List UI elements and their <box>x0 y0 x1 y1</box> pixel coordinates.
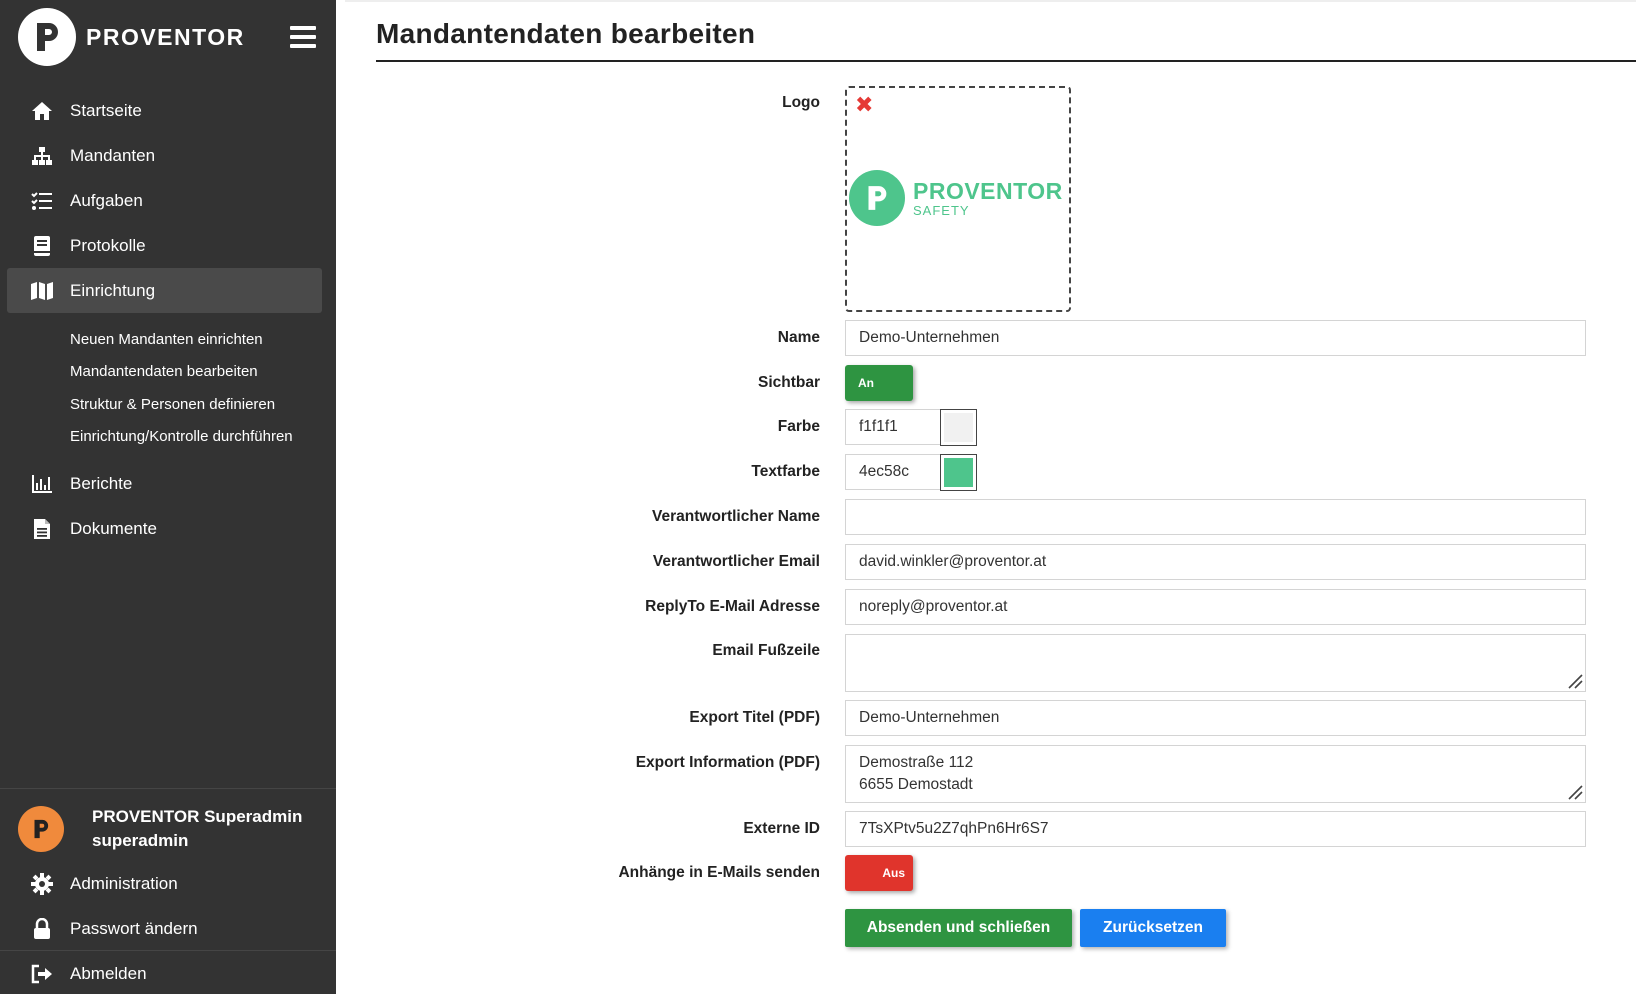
nav-item-dokumente[interactable]: Dokumente <box>0 506 336 551</box>
nav-item-label: Startseite <box>70 100 142 120</box>
nav-item-label: Mandanten <box>70 145 156 165</box>
attachments-toggle[interactable]: Aus <box>845 855 913 891</box>
logo-image: PROVENTOR SAFETY <box>849 170 1063 226</box>
chart-icon <box>28 472 56 496</box>
color-swatch-fill <box>944 413 973 442</box>
nav-item-mandanten[interactable]: Mandanten <box>0 133 336 178</box>
document-icon <box>28 517 56 541</box>
subnav-item-neuer-mandant[interactable]: Neuen Mandanten einrichten <box>0 323 336 356</box>
gear-icon <box>28 872 56 896</box>
book-icon <box>28 234 56 258</box>
color-swatch[interactable] <box>940 409 977 446</box>
user-info: PROVENTOR Superadmin superadmin <box>92 805 302 853</box>
brand-logo-icon <box>18 8 76 66</box>
brand[interactable]: PROVENTOR <box>18 8 245 66</box>
administration-link[interactable]: Administration <box>0 861 336 906</box>
logout-label: Abmelden <box>70 963 147 983</box>
reset-button[interactable]: Zurücksetzen <box>1080 909 1226 947</box>
resize-handle-icon[interactable] <box>1565 782 1583 800</box>
visible-toggle[interactable]: An <box>845 365 913 401</box>
title-rule <box>376 60 1636 62</box>
sidebar: PROVENTOR Startseite Mandanten Aufgaben <box>0 0 336 994</box>
menu-toggle-icon[interactable] <box>290 26 316 48</box>
name-label: Name <box>777 329 820 346</box>
logo-upload-area[interactable]: ✖ PROVENTOR SAFETY <box>845 86 1071 312</box>
main-nav: Startseite Mandanten Aufgaben Protokolle… <box>0 88 336 551</box>
footer-textarea[interactable] <box>845 634 1586 692</box>
export-title-label: Export Titel (PDF) <box>689 709 820 726</box>
visible-label: Sichtbar <box>757 374 820 391</box>
color-label: Farbe <box>777 418 820 435</box>
nav-item-aufgaben[interactable]: Aufgaben <box>0 178 336 223</box>
export-title-input[interactable]: Demo-Unternehmen <box>845 700 1586 736</box>
user-area: PROVENTOR Superadmin superadmin Administ… <box>0 788 336 951</box>
resize-handle-icon[interactable] <box>1565 671 1583 689</box>
export-info-label: Export Information (PDF) <box>635 754 820 771</box>
top-divider <box>345 0 1636 2</box>
replyto-label: ReplyTo E-Mail Adresse <box>645 598 820 615</box>
resp-name-label: Verantwortlicher Name <box>652 508 820 525</box>
map-icon <box>28 279 56 303</box>
resp-name-input[interactable] <box>845 499 1586 535</box>
lock-icon <box>28 917 56 941</box>
nav-item-startseite[interactable]: Startseite <box>0 88 336 133</box>
nav-item-protokolle[interactable]: Protokolle <box>0 223 336 268</box>
external-id-input[interactable]: 7TsXPtv5u2Z7qhPn6Hr6S7 <box>845 811 1586 847</box>
proventor-logo-icon <box>849 170 905 226</box>
resp-email-input[interactable]: david.winkler@proventor.at <box>845 544 1586 580</box>
nav-item-label: Protokolle <box>70 235 146 255</box>
replyto-input[interactable]: noreply@proventor.at <box>845 589 1586 625</box>
nav-item-label: Einrichtung <box>70 280 156 300</box>
administration-label: Administration <box>70 873 178 893</box>
home-icon <box>28 99 56 123</box>
user-name: PROVENTOR Superadmin <box>92 807 303 826</box>
footer-label: Email Fußzeile <box>712 642 820 659</box>
change-password-link[interactable]: Passwort ändern <box>0 906 336 951</box>
textcolor-label: Textfarbe <box>751 463 820 480</box>
nav-item-label: Dokumente <box>70 518 157 538</box>
export-info-line1: Demostraße 112 <box>859 754 974 771</box>
user-profile[interactable]: PROVENTOR Superadmin superadmin <box>0 789 336 861</box>
brand-name: PROVENTOR <box>86 23 245 50</box>
textcolor-swatch[interactable] <box>940 454 977 491</box>
nav-item-label: Aufgaben <box>70 190 143 210</box>
textcolor-swatch-fill <box>944 458 973 487</box>
nav-item-label: Berichte <box>70 473 133 493</box>
logo-wordmark: PROVENTOR SAFETY <box>913 177 1063 218</box>
user-username: superadmin <box>92 831 189 850</box>
nav-item-berichte[interactable]: Berichte <box>0 461 336 506</box>
tasks-icon <box>28 189 56 213</box>
page-title: Mandantendaten bearbeiten <box>376 18 756 49</box>
textcolor-input[interactable]: 4ec58c <box>845 454 941 490</box>
change-password-label: Passwort ändern <box>70 918 198 938</box>
logo-label: Logo <box>782 94 820 111</box>
export-info-line2: 6655 Demostadt <box>859 776 973 793</box>
attachments-label: Anhänge in E-Mails senden <box>618 864 820 881</box>
avatar <box>18 806 64 852</box>
export-info-textarea[interactable]: Demostraße 112 6655 Demostadt <box>845 745 1586 803</box>
external-id-label: Externe ID <box>743 820 820 837</box>
logout-link[interactable]: Abmelden <box>0 951 336 994</box>
submit-button[interactable]: Absenden und schließen <box>845 909 1072 947</box>
logo-word-sub: SAFETY <box>913 202 970 218</box>
logo-word-main: PROVENTOR <box>913 177 1063 204</box>
sign-out-icon <box>28 962 56 986</box>
logout-area: Abmelden <box>0 950 336 994</box>
sitemap-icon <box>28 144 56 168</box>
nav-item-einrichtung[interactable]: Einrichtung <box>7 268 322 313</box>
name-input[interactable]: Demo-Unternehmen <box>845 320 1586 356</box>
remove-logo-icon[interactable]: ✖ <box>855 94 873 116</box>
color-input[interactable]: f1f1f1 <box>845 409 941 445</box>
resp-email-label: Verantwortlicher Email <box>652 553 820 570</box>
subnav-item-struktur[interactable]: Struktur & Personen definieren <box>0 388 336 421</box>
subnav-item-mandantendaten[interactable]: Mandantendaten bearbeiten <box>0 356 336 389</box>
subnav-item-kontrolle[interactable]: Einrichtung/Kontrolle durchführen <box>0 421 336 454</box>
subnav-einrichtung: Neuen Mandanten einrichten Mandantendate… <box>0 313 336 461</box>
